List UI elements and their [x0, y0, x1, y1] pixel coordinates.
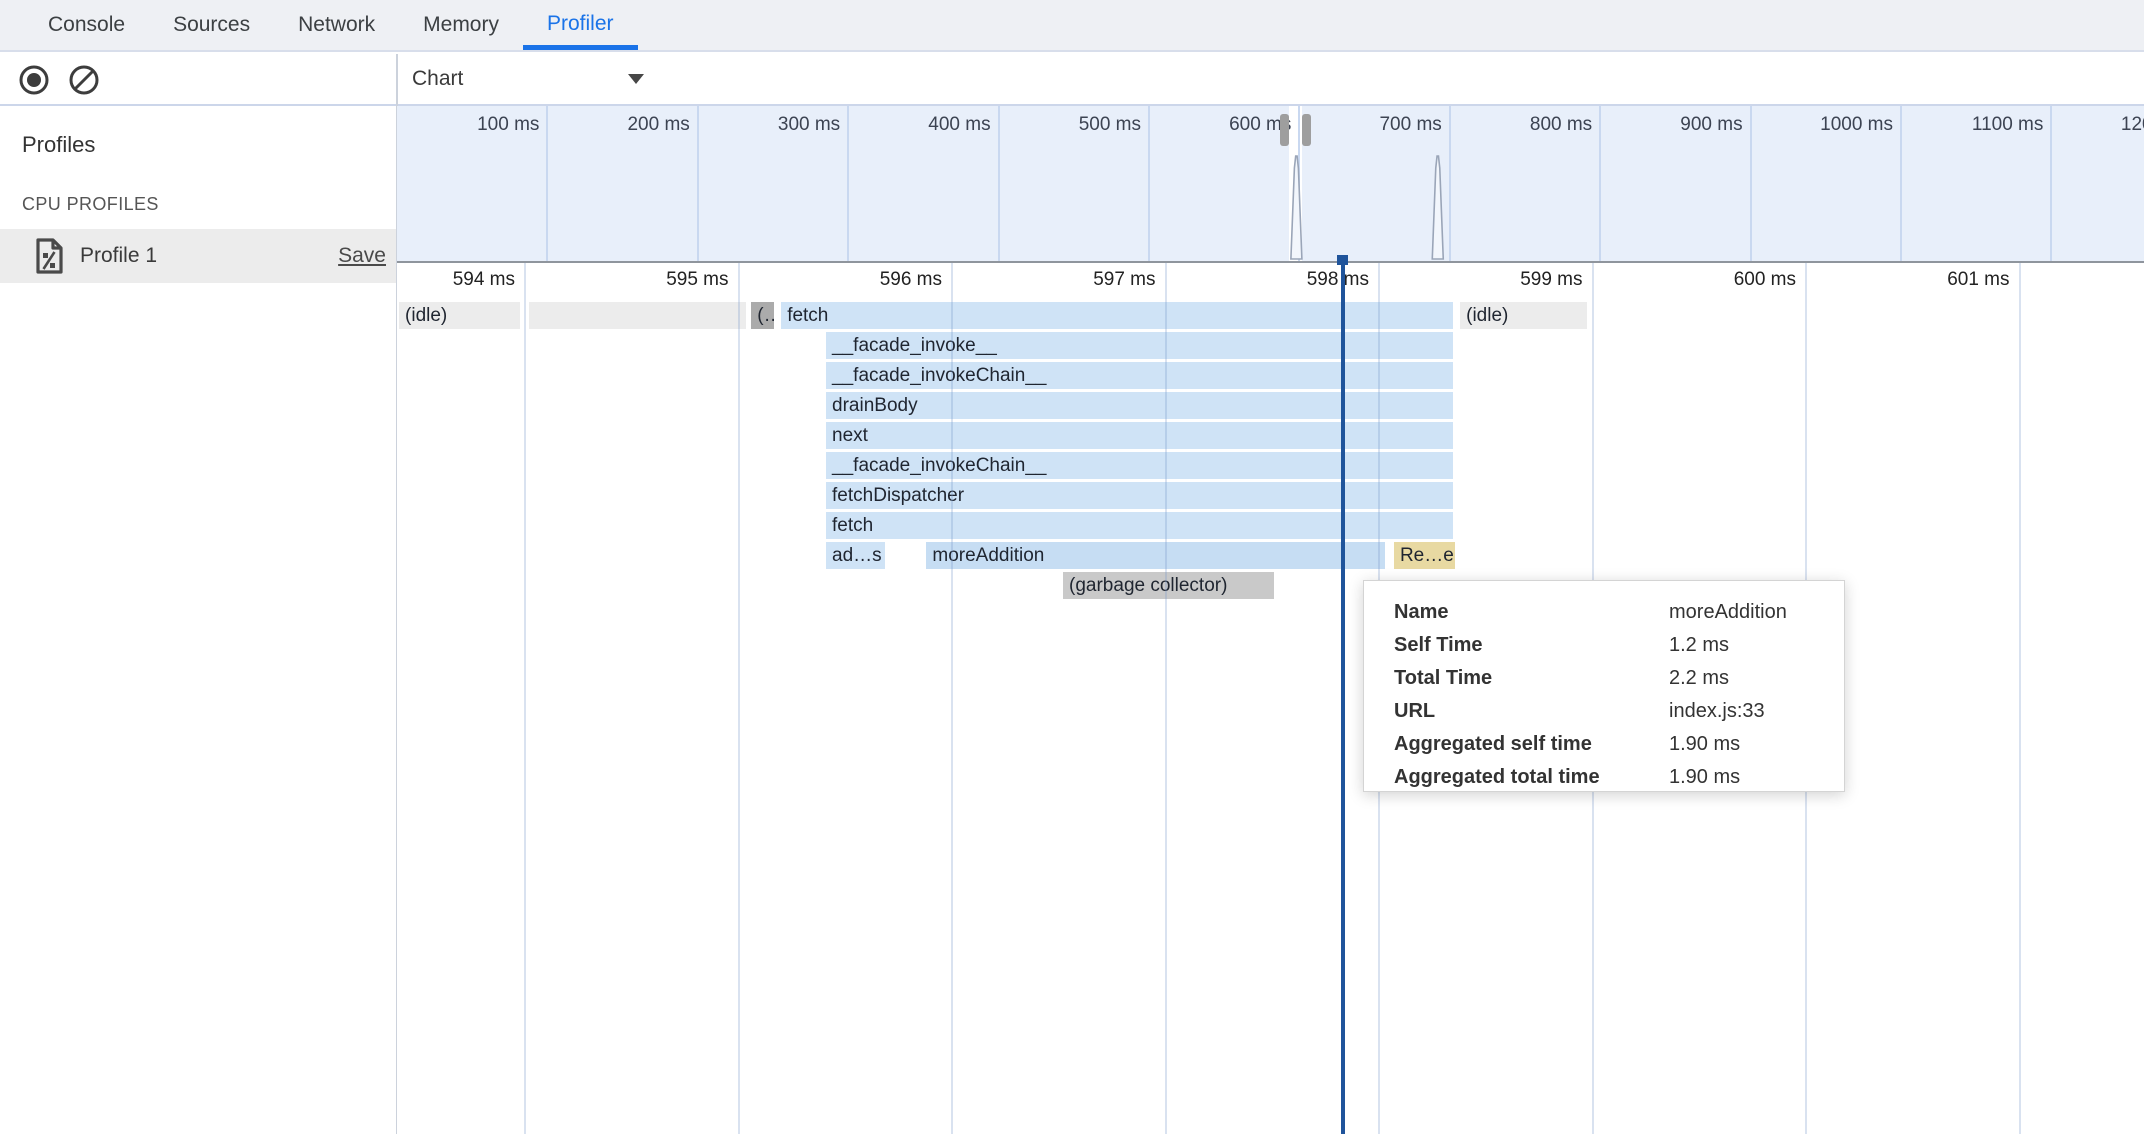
flame-bar-facade-invoke[interactable]: __facade_invoke__	[826, 332, 1453, 359]
cpu-profiles-section-title: CPU PROFILES	[0, 158, 396, 229]
tooltip-label: Aggregated total time	[1394, 761, 1669, 794]
tooltip-row: URLindex.js:33	[1394, 695, 1844, 728]
tooltip-value: index.js:33	[1669, 695, 1765, 728]
flame-chart[interactable]: 594 ms 595 ms 596 ms 597 ms 598 ms 599 ms 600 …	[397, 263, 2144, 1134]
flame-bar-[interactable]: (…	[751, 302, 774, 329]
flame-bar-idle[interactable]: (idle)	[399, 302, 520, 329]
flame-bar-idle[interactable]: (idle)	[1460, 302, 1587, 329]
tooltip-label: URL	[1394, 695, 1669, 728]
profiler-toolbar: Chart	[0, 54, 2144, 106]
profile-list-item[interactable]: Profile 1 Save	[0, 229, 396, 283]
ruler-tick-label: 601 ms	[1858, 269, 2010, 291]
flame-bar-next[interactable]: next	[826, 422, 1453, 449]
selection-handle-left[interactable]	[1280, 114, 1289, 146]
time-grid-line	[2019, 263, 2021, 1134]
flame-bar[interactable]	[529, 302, 746, 329]
flame-bar-facade-invokechain[interactable]: __facade_invokeChain__	[826, 362, 1453, 389]
playhead-marker-line	[1341, 263, 1345, 1134]
selection-handle-right[interactable]	[1302, 114, 1311, 146]
ruler-tick-label: 594 ms	[397, 269, 515, 291]
tooltip-label: Total Time	[1394, 662, 1669, 695]
tab-console[interactable]: Console	[24, 0, 149, 50]
tab-memory[interactable]: Memory	[399, 0, 523, 50]
ruler-tick-label: 596 ms	[790, 269, 942, 291]
cpu-spike	[1291, 156, 1302, 259]
ruler-tick-label: 595 ms	[577, 269, 729, 291]
ruler-tick-label: 597 ms	[1004, 269, 1156, 291]
devtools-tab-bar: ConsoleSourcesNetworkMemoryProfiler	[0, 0, 2144, 52]
flame-bar-fetch[interactable]: fetch	[826, 512, 1453, 539]
record-profile-button[interactable]	[16, 62, 52, 98]
cpu-spike	[1432, 156, 1443, 259]
profile-document-icon	[34, 238, 64, 275]
timeline-overview[interactable]: 100 ms200 ms300 ms400 ms500 ms600 ms700 …	[397, 106, 2144, 264]
flame-bar-drainbody[interactable]: drainBody	[826, 392, 1453, 419]
tooltip-value: 2.2 ms	[1669, 662, 1729, 695]
tab-profiler[interactable]: Profiler	[523, 0, 638, 50]
tooltip-value: 1.90 ms	[1669, 761, 1740, 794]
time-grid-line	[1165, 263, 1167, 1134]
time-grid-line	[524, 263, 526, 1134]
view-mode-select[interactable]: Chart	[412, 60, 652, 98]
ruler-tick-label: 598 ms	[1217, 269, 1369, 291]
tooltip-row: Total Time2.2 ms	[1394, 662, 1844, 695]
clear-profiles-button[interactable]	[66, 62, 102, 98]
ruler-tick-label: 600 ms	[1644, 269, 1796, 291]
chevron-down-icon	[628, 74, 644, 84]
tooltip-label: Self Time	[1394, 629, 1669, 662]
flame-bar-garbage-collector[interactable]: (garbage collector)	[1063, 572, 1274, 599]
tab-network[interactable]: Network	[274, 0, 399, 50]
frame-info-tooltip: NamemoreAdditionSelf Time1.2 msTotal Tim…	[1363, 580, 1845, 792]
tooltip-row: Aggregated self time1.90 ms	[1394, 728, 1844, 761]
flame-bar-facade-invokechain[interactable]: __facade_invokeChain__	[826, 452, 1453, 479]
profile-name: Profile 1	[80, 244, 157, 268]
tooltip-value: 1.2 ms	[1669, 629, 1729, 662]
time-grid-line	[951, 263, 953, 1134]
flame-bar-moreaddition[interactable]: moreAddition	[926, 542, 1384, 569]
profiles-panel-title: Profiles	[0, 106, 396, 158]
save-profile-link[interactable]: Save	[338, 244, 386, 268]
flame-bar-re-e[interactable]: Re…e	[1394, 542, 1455, 569]
tooltip-row: Self Time1.2 ms	[1394, 629, 1844, 662]
tab-sources[interactable]: Sources	[149, 0, 274, 50]
profiler-controls	[16, 62, 102, 98]
flame-bar-fetch[interactable]: fetch	[781, 302, 1453, 329]
ruler-tick-label: 599 ms	[1431, 269, 1583, 291]
clear-icon	[67, 63, 101, 97]
cpu-activity-graph	[397, 106, 2144, 261]
flame-bar-fetchdispatcher[interactable]: fetchDispatcher	[826, 482, 1453, 509]
tooltip-row: NamemoreAddition	[1394, 596, 1844, 629]
view-mode-value: Chart	[412, 67, 463, 91]
tooltip-label: Aggregated self time	[1394, 728, 1669, 761]
tooltip-value: 1.90 ms	[1669, 728, 1740, 761]
flame-bar-ad-s[interactable]: ad…s	[826, 542, 885, 569]
profiles-sidebar: Profiles CPU PROFILES Profile 1 Save	[0, 106, 396, 1134]
tooltip-value: moreAddition	[1669, 596, 1787, 629]
tooltip-label: Name	[1394, 596, 1669, 629]
record-icon	[17, 63, 51, 97]
time-grid-line	[738, 263, 740, 1134]
tooltip-row: Aggregated total time1.90 ms	[1394, 761, 1844, 794]
